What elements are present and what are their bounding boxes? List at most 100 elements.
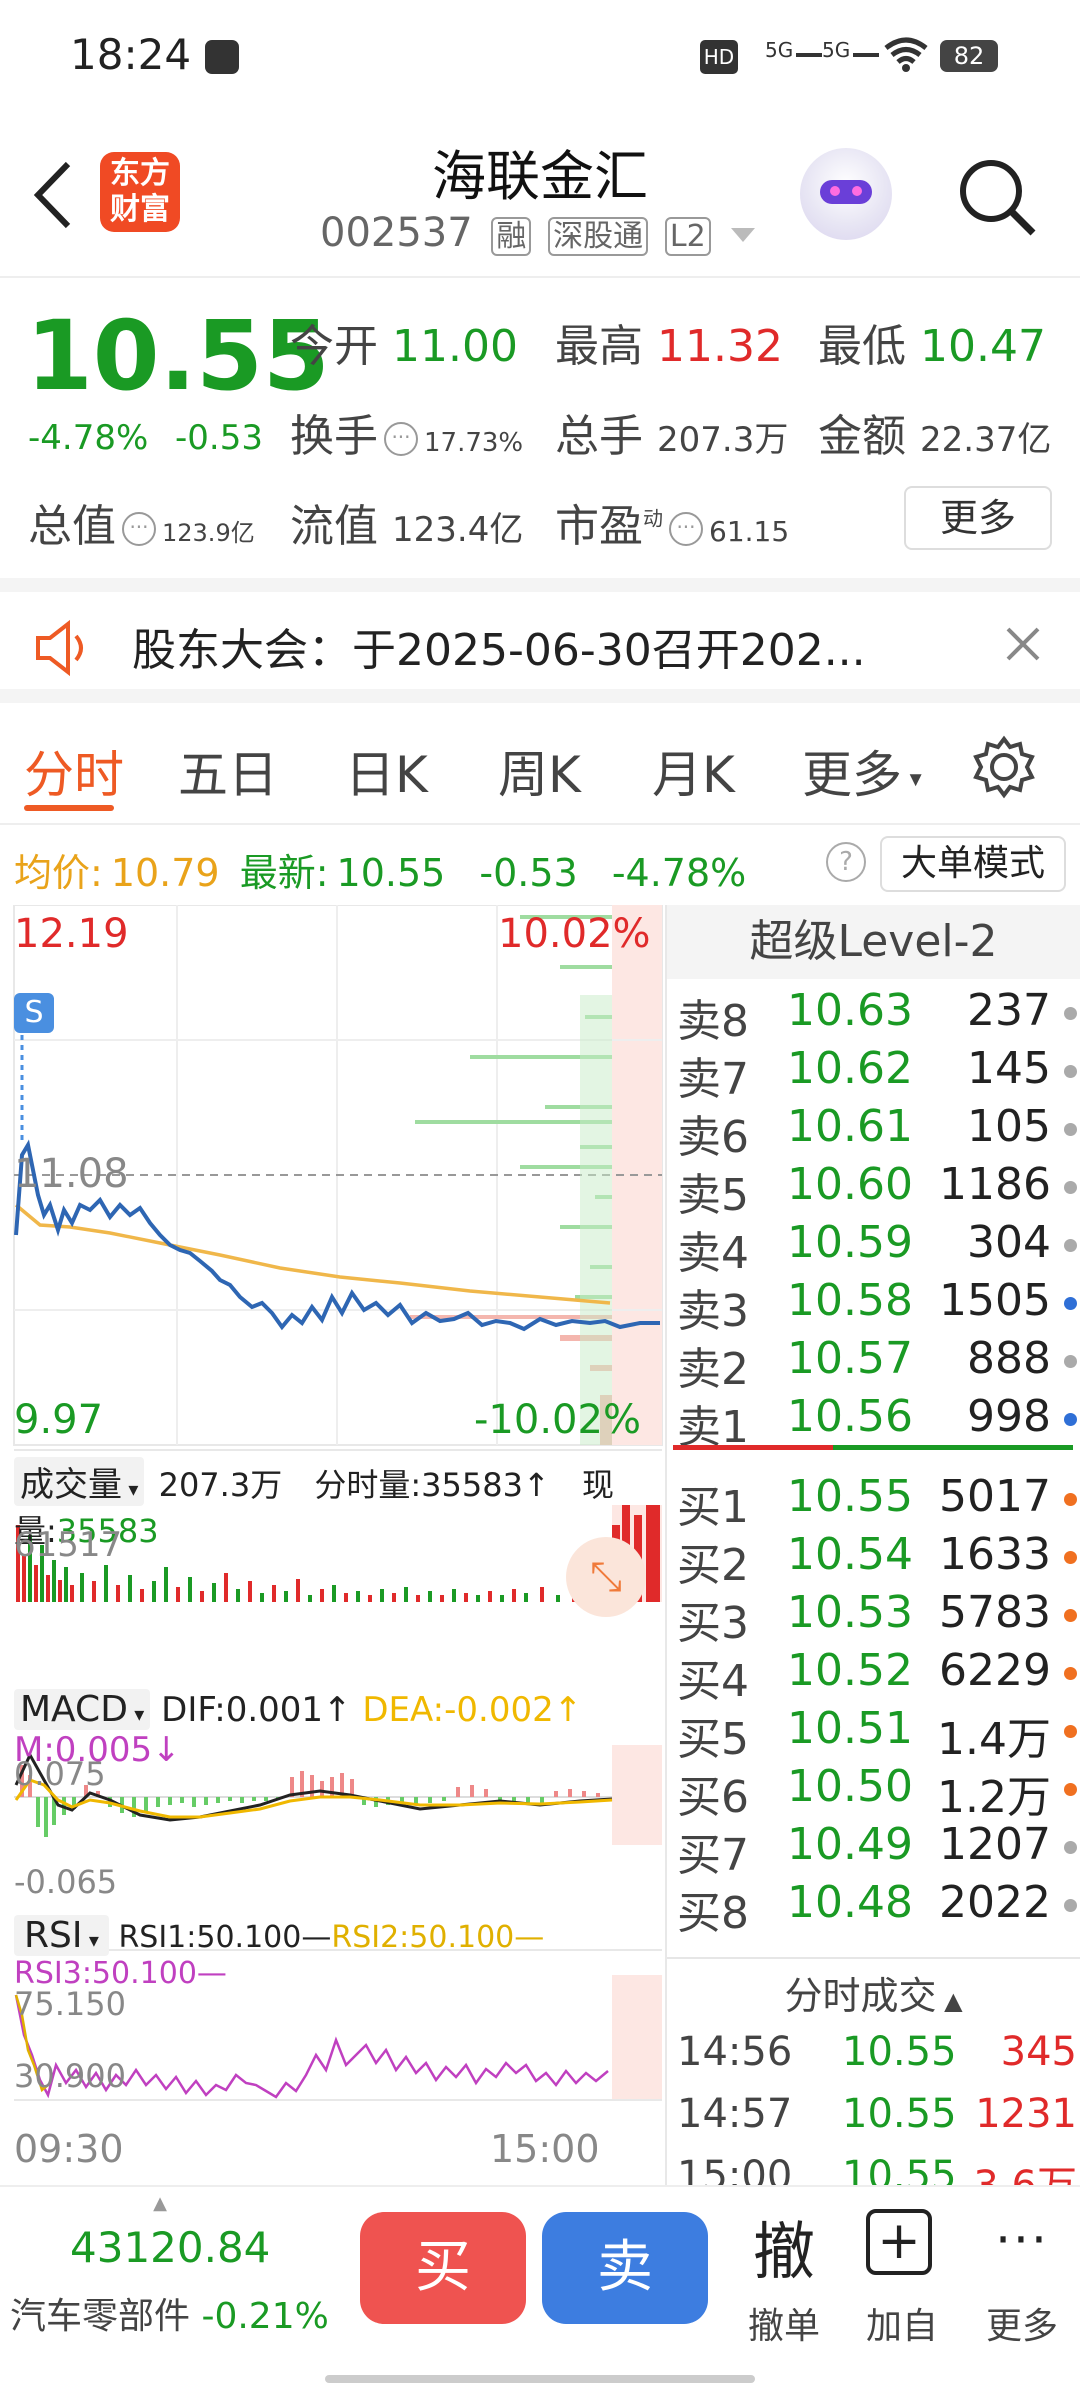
index-value[interactable]: 43120.84	[70, 2223, 270, 2272]
order-book-row[interactable]: 卖3 10.58 1505	[677, 1275, 1077, 1337]
more-dots-icon: ···	[995, 2211, 1049, 2269]
tag-margin: 融	[491, 217, 532, 256]
gear-icon[interactable]	[972, 735, 1036, 799]
order-level-label: 买8	[677, 1888, 749, 1939]
info-icon: ···	[384, 422, 418, 456]
order-book-row[interactable]: 卖6 10.61 105	[677, 1101, 1077, 1163]
close-icon[interactable]	[1005, 626, 1041, 662]
tick-time: 14:56	[677, 2029, 793, 2075]
intraday-chart-area[interactable]: 12.19 10.02% 11.08 9.97 -10.02% S 成交量 ▾ …	[0, 905, 665, 2185]
search-icon[interactable]	[955, 155, 1037, 237]
order-level-label: 买2	[677, 1540, 749, 1591]
tab-daily-k[interactable]: 日K	[345, 735, 428, 807]
tick-price: 10.55	[842, 2029, 957, 2075]
robot-avatar-icon[interactable]	[800, 148, 892, 240]
order-book-row[interactable]: 买6 10.50 1.2万	[677, 1761, 1077, 1823]
volume-max-label: 61517	[14, 1525, 123, 1565]
order-book-row[interactable]: 买4 10.52 6229	[677, 1645, 1077, 1707]
macd-top-label: 0.075	[14, 1755, 106, 1793]
rsi-top-label: 75.150	[14, 1985, 126, 2023]
clock: 18:24	[70, 30, 192, 79]
order-book-row[interactable]: 买2 10.54 1633	[677, 1529, 1077, 1591]
volume-indicator-select[interactable]: 成交量 ▾	[14, 1457, 145, 1506]
low-stat: 最低 10.47	[818, 321, 1046, 372]
price-bottom-label: 9.97	[14, 1397, 104, 1443]
home-indicator	[325, 2375, 755, 2383]
rsi-indicator-select[interactable]: RSI ▾	[14, 1915, 109, 1956]
level2-title[interactable]: 超级Level-2	[667, 905, 1080, 979]
order-book-row[interactable]: 买7 10.49 1207	[677, 1819, 1077, 1881]
buy-button[interactable]: 买	[360, 2212, 526, 2324]
ticks-title[interactable]: 分时成交 ▲	[667, 1965, 1080, 2020]
order-book-row[interactable]: 买8 10.48 2022	[677, 1877, 1077, 1939]
sector-info[interactable]: 汽车零部件 -0.21%	[10, 2287, 329, 2339]
order-book-row[interactable]: 买1 10.55 5017	[677, 1471, 1077, 1533]
chevron-up-icon[interactable]: ▲	[0, 2193, 320, 2214]
stock-code-row[interactable]: 002537 融 深股通 L2	[320, 210, 756, 260]
expand-icon[interactable]: ⤡	[566, 1537, 646, 1617]
order-level-label: 买6	[677, 1772, 749, 1823]
order-dot-icon	[1064, 1181, 1077, 1194]
order-book-row[interactable]: 卖4 10.59 304	[677, 1217, 1077, 1279]
sell-pressure-bar	[673, 1445, 833, 1450]
tag-connect: 深股通	[548, 217, 649, 256]
order-level-label: 卖8	[677, 996, 749, 1047]
period-tabs: 分时 五日 日K 周K 月K 更多 ▾	[0, 705, 1080, 825]
order-volume: 1633	[939, 1529, 1051, 1580]
notice-banner[interactable]: 股东大会：于2025-06-30召开202...	[0, 578, 1080, 703]
high-stat: 最高 11.32	[555, 321, 783, 372]
order-price: 10.57	[787, 1333, 913, 1384]
order-book-row[interactable]: 卖7 10.62 145	[677, 1043, 1077, 1105]
order-volume: 6229	[939, 1645, 1051, 1696]
macd-indicator-select[interactable]: MACD ▾	[14, 1689, 151, 1730]
tab-monthly-k[interactable]: 月K	[652, 735, 735, 807]
signal-icon: 5G	[822, 38, 880, 62]
order-price: 10.49	[787, 1819, 913, 1870]
turnover-stat: 换手 ··· 17.73%	[290, 411, 524, 462]
order-volume: 2022	[939, 1877, 1051, 1928]
cancel-order-button[interactable]: 撤单	[738, 2297, 830, 2349]
order-dot-icon	[1064, 1413, 1077, 1426]
order-dot-icon	[1064, 1239, 1077, 1252]
cancel-order-icon: 撤	[752, 2215, 815, 2288]
order-volume: 145	[967, 1043, 1051, 1094]
status-bar: 18:24 HD 5G 5G 82	[0, 0, 1080, 110]
rsi-bottom-label: 30.900	[14, 2057, 126, 2095]
order-price: 10.54	[787, 1529, 913, 1580]
tab-intraday[interactable]: 分时	[24, 735, 124, 807]
notification-icon	[205, 40, 239, 74]
order-book-row[interactable]: 买5 10.51 1.4万	[677, 1703, 1077, 1765]
order-price: 10.60	[787, 1159, 913, 1210]
s-marker-icon[interactable]: S	[14, 993, 54, 1033]
more-menu-button[interactable]: 更多	[976, 2297, 1068, 2349]
order-dot-icon	[1064, 1123, 1077, 1136]
order-price: 10.52	[787, 1645, 913, 1696]
tab-five-day[interactable]: 五日	[178, 735, 278, 807]
order-price: 10.50	[787, 1761, 913, 1812]
order-book-row[interactable]: 卖2 10.57 888	[677, 1333, 1077, 1395]
tick-price: 10.55	[842, 2091, 957, 2137]
order-volume: 1186	[939, 1159, 1051, 1210]
order-book-row[interactable]: 卖8 10.63 237	[677, 985, 1077, 1047]
macd-header: MACD ▾ DIF:0.001↑ DEA:-0.002↑ M:0.005↓	[14, 1689, 583, 1770]
order-price: 10.59	[787, 1217, 913, 1268]
big-order-mode-button[interactable]: 大单模式	[880, 836, 1066, 892]
add-favorite-button[interactable]: 加自	[856, 2297, 948, 2349]
order-book-row[interactable]: 卖5 10.60 1186	[677, 1159, 1077, 1221]
help-icon[interactable]: ?	[826, 842, 866, 882]
order-volume: 888	[967, 1333, 1051, 1384]
more-button[interactable]: 更多	[904, 486, 1052, 550]
add-favorite-icon: +	[866, 2209, 932, 2275]
order-level-label: 买3	[677, 1598, 749, 1649]
stock-code: 002537	[320, 210, 473, 256]
tab-weekly-k[interactable]: 周K	[498, 735, 581, 807]
order-dot-icon	[1064, 1493, 1077, 1506]
order-book-row[interactable]: 买3 10.53 5783	[677, 1587, 1077, 1649]
tab-more[interactable]: 更多 ▾	[802, 735, 922, 807]
order-book-row[interactable]: 卖1 10.56 998	[677, 1391, 1077, 1453]
order-volume: 304	[967, 1217, 1051, 1268]
tick-volume: 345	[1000, 2029, 1077, 2075]
time-end-label: 15:00	[490, 2127, 600, 2171]
sell-button[interactable]: 卖	[542, 2212, 708, 2324]
signal-icon: 5G	[765, 38, 823, 62]
